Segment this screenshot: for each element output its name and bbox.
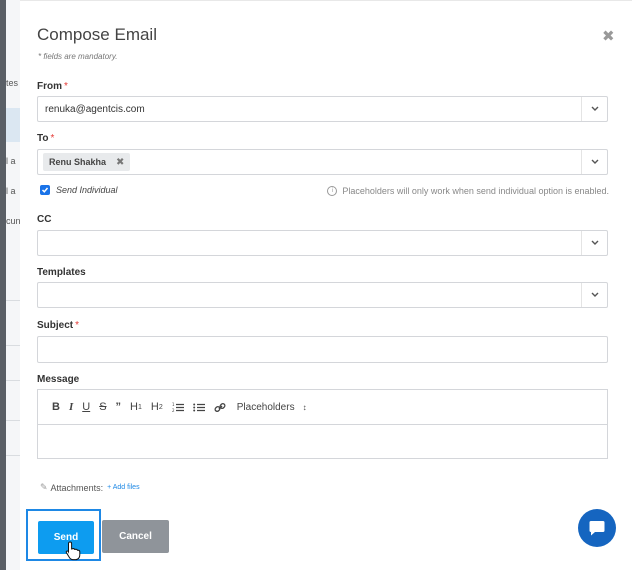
- chevron-down-icon[interactable]: [581, 150, 607, 174]
- send-individual-checkbox[interactable]: [40, 185, 50, 195]
- to-select[interactable]: Renu Shakha ✖: [37, 149, 608, 175]
- background-divider: [6, 345, 20, 346]
- cancel-button[interactable]: Cancel: [102, 520, 169, 553]
- ordered-list-icon[interactable]: 12: [172, 402, 184, 413]
- placeholder-hint-text: Placeholders will only work when send in…: [342, 186, 609, 196]
- background-divider: [6, 380, 20, 381]
- cc-select[interactable]: [37, 230, 608, 256]
- background-divider: [6, 300, 20, 301]
- subject-label-text: Subject: [37, 320, 74, 331]
- background-text: l a: [6, 186, 16, 196]
- heading1-level: 1: [137, 403, 142, 411]
- background-text: tes: [6, 78, 19, 88]
- paperclip-icon: ✎: [40, 482, 48, 492]
- heading1-button[interactable]: H1: [130, 401, 142, 413]
- bullet-list-icon[interactable]: [192, 402, 205, 413]
- chat-bubble-icon[interactable]: [578, 509, 616, 547]
- to-label-text: To: [37, 133, 49, 144]
- heading2-button[interactable]: H2: [151, 401, 163, 413]
- background-highlight-row: [6, 108, 20, 142]
- message-label: Message: [37, 374, 80, 385]
- svg-text:2: 2: [172, 408, 175, 413]
- subject-label: Subject *: [37, 320, 79, 331]
- from-label: From *: [37, 81, 68, 92]
- editor-toolbar: B I U S ” H1 H2 12 Placeholders ↕: [38, 390, 607, 425]
- background-divider: [6, 455, 20, 456]
- recipient-tag: Renu Shakha ✖: [43, 153, 131, 171]
- templates-label: Templates: [37, 267, 86, 278]
- info-icon: i: [327, 186, 338, 196]
- underline-button[interactable]: U: [82, 401, 90, 413]
- subject-input[interactable]: [37, 336, 608, 363]
- remove-tag-icon[interactable]: ✖: [116, 157, 124, 168]
- background-text: cun: [6, 216, 20, 226]
- from-select[interactable]: renuka@agentcis.com: [37, 96, 608, 122]
- from-value: renuka@agentcis.com: [45, 104, 145, 115]
- required-mark: *: [50, 133, 55, 144]
- required-mark: *: [75, 320, 80, 331]
- templates-select[interactable]: [37, 282, 608, 308]
- from-label-text: From: [37, 81, 62, 92]
- link-icon[interactable]: [214, 402, 226, 413]
- message-body[interactable]: [38, 425, 607, 459]
- chevron-down-icon[interactable]: [581, 283, 607, 307]
- italic-button[interactable]: I: [69, 401, 73, 413]
- background-text: l a: [6, 156, 16, 166]
- recipient-tag-label: Renu Shakha: [49, 157, 107, 167]
- placeholder-hint: i Placeholders will only work when send …: [327, 186, 609, 196]
- to-label: To *: [37, 133, 54, 144]
- compose-email-modal: Compose Email ✖ * fields are mandatory. …: [20, 0, 632, 571]
- heading2-level: 2: [158, 403, 163, 411]
- chevron-down-icon[interactable]: [581, 231, 607, 255]
- chevron-down-icon[interactable]: [581, 97, 607, 121]
- background-divider: [6, 420, 20, 421]
- send-individual-label: Send Individual: [56, 185, 118, 195]
- heading2-letter: H: [150, 401, 159, 413]
- attachments-label: Attachments:: [50, 482, 104, 493]
- blockquote-button[interactable]: ”: [116, 401, 122, 413]
- attachments-row: ✎ Attachments: + Add files: [40, 482, 140, 493]
- cc-label: CC: [37, 214, 52, 225]
- send-individual-row: Send Individual: [40, 185, 118, 195]
- sort-arrows-icon: ↕: [302, 402, 307, 412]
- background-page: tes l a l a cun: [0, 0, 21, 570]
- message-editor: B I U S ” H1 H2 12 Placeholders ↕: [37, 389, 608, 459]
- close-icon[interactable]: ✖: [602, 27, 615, 45]
- strikethrough-button[interactable]: S: [99, 401, 106, 413]
- hand-pointer-icon: [65, 541, 81, 561]
- svg-text:1: 1: [172, 402, 175, 407]
- mandatory-note: * fields are mandatory.: [38, 52, 118, 61]
- placeholders-dropdown[interactable]: Placeholders ↕: [237, 402, 307, 413]
- required-mark: *: [64, 81, 68, 92]
- placeholders-label: Placeholders: [236, 401, 295, 413]
- modal-title: Compose Email: [37, 25, 157, 44]
- bold-button[interactable]: B: [52, 401, 60, 413]
- add-files-link[interactable]: + Add files: [107, 484, 140, 491]
- heading1-letter: H: [130, 401, 138, 413]
